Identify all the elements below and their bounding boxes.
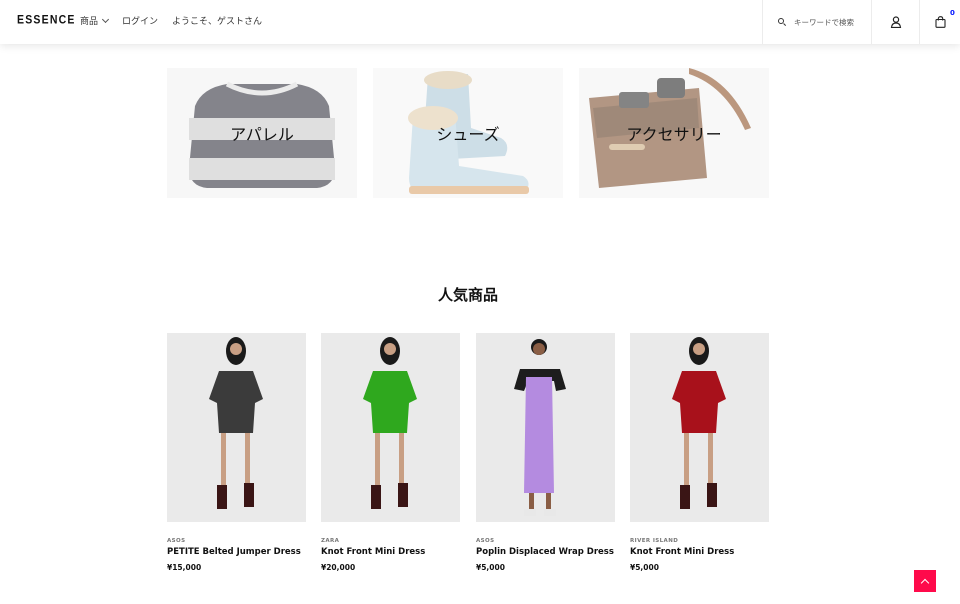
category-accessories[interactable]: アクセサリー: [579, 68, 769, 198]
product-image[interactable]: [630, 333, 769, 522]
main-nav: 商品 ログイン ようこそ、ゲストさん: [80, 14, 262, 27]
model-photo: [630, 333, 769, 522]
product-price: ¥20,000: [321, 563, 356, 572]
category-label: アクセサリー: [626, 125, 722, 144]
nav-products[interactable]: 商品: [80, 14, 110, 27]
product-name[interactable]: Knot Front Mini Dress: [321, 547, 460, 557]
product-price: ¥15,000: [167, 563, 202, 572]
nav-products-label: 商品: [80, 17, 99, 27]
product-image[interactable]: [167, 333, 306, 522]
site-header: ESSENCE 商品 ログイン ようこそ、ゲストさん 0: [0, 0, 960, 44]
back-to-top-button[interactable]: [914, 570, 936, 592]
product-name[interactable]: Poplin Displaced Wrap Dress: [476, 547, 615, 557]
product-card: ZARA Knot Front Mini Dress ¥20,000: [321, 333, 460, 572]
cart-count-badge: 0: [950, 9, 955, 17]
model-photo: [476, 333, 615, 522]
account-button[interactable]: [871, 0, 919, 44]
product-brand: ASOS: [167, 538, 186, 544]
greeting-text: ようこそ、ゲストさん: [172, 17, 263, 27]
model-photo: [321, 333, 460, 522]
product-card: ASOS Poplin Displaced Wrap Dress ¥5,000: [476, 333, 615, 572]
popular-products-title: 人気商品: [437, 286, 498, 304]
product-name[interactable]: PETITE Belted Jumper Dress: [167, 547, 306, 557]
category-shoes[interactable]: シューズ: [373, 68, 563, 198]
arrow-up-icon: [920, 578, 930, 587]
user-icon: [890, 16, 901, 28]
product-card: ASOS PETITE Belted Jumper Dress ¥15,000: [167, 333, 306, 572]
category-label: シューズ: [436, 125, 500, 144]
product-image[interactable]: [476, 333, 615, 522]
product-price: ¥5,000: [630, 563, 659, 572]
category-apparel[interactable]: アパレル: [167, 68, 357, 198]
product-brand: ASOS: [476, 538, 495, 544]
bag-icon: [934, 16, 946, 28]
product-brand: RIVER ISLAND: [630, 538, 679, 544]
search-icon: [778, 18, 787, 27]
product-name[interactable]: Knot Front Mini Dress: [630, 547, 769, 557]
site-logo[interactable]: ESSENCE: [17, 13, 76, 27]
chevron-down-icon: [101, 15, 110, 23]
search-box[interactable]: [762, 0, 871, 44]
search-input[interactable]: [794, 17, 864, 27]
product-price: ¥5,000: [476, 563, 505, 572]
category-label: アパレル: [230, 125, 294, 144]
nav-login[interactable]: ログイン: [122, 14, 158, 27]
product-image[interactable]: [321, 333, 460, 522]
product-brand: ZARA: [321, 538, 340, 544]
product-card: RIVER ISLAND Knot Front Mini Dress ¥5,00…: [630, 333, 769, 572]
model-photo: [167, 333, 306, 522]
cart-button[interactable]: 0: [919, 0, 960, 44]
